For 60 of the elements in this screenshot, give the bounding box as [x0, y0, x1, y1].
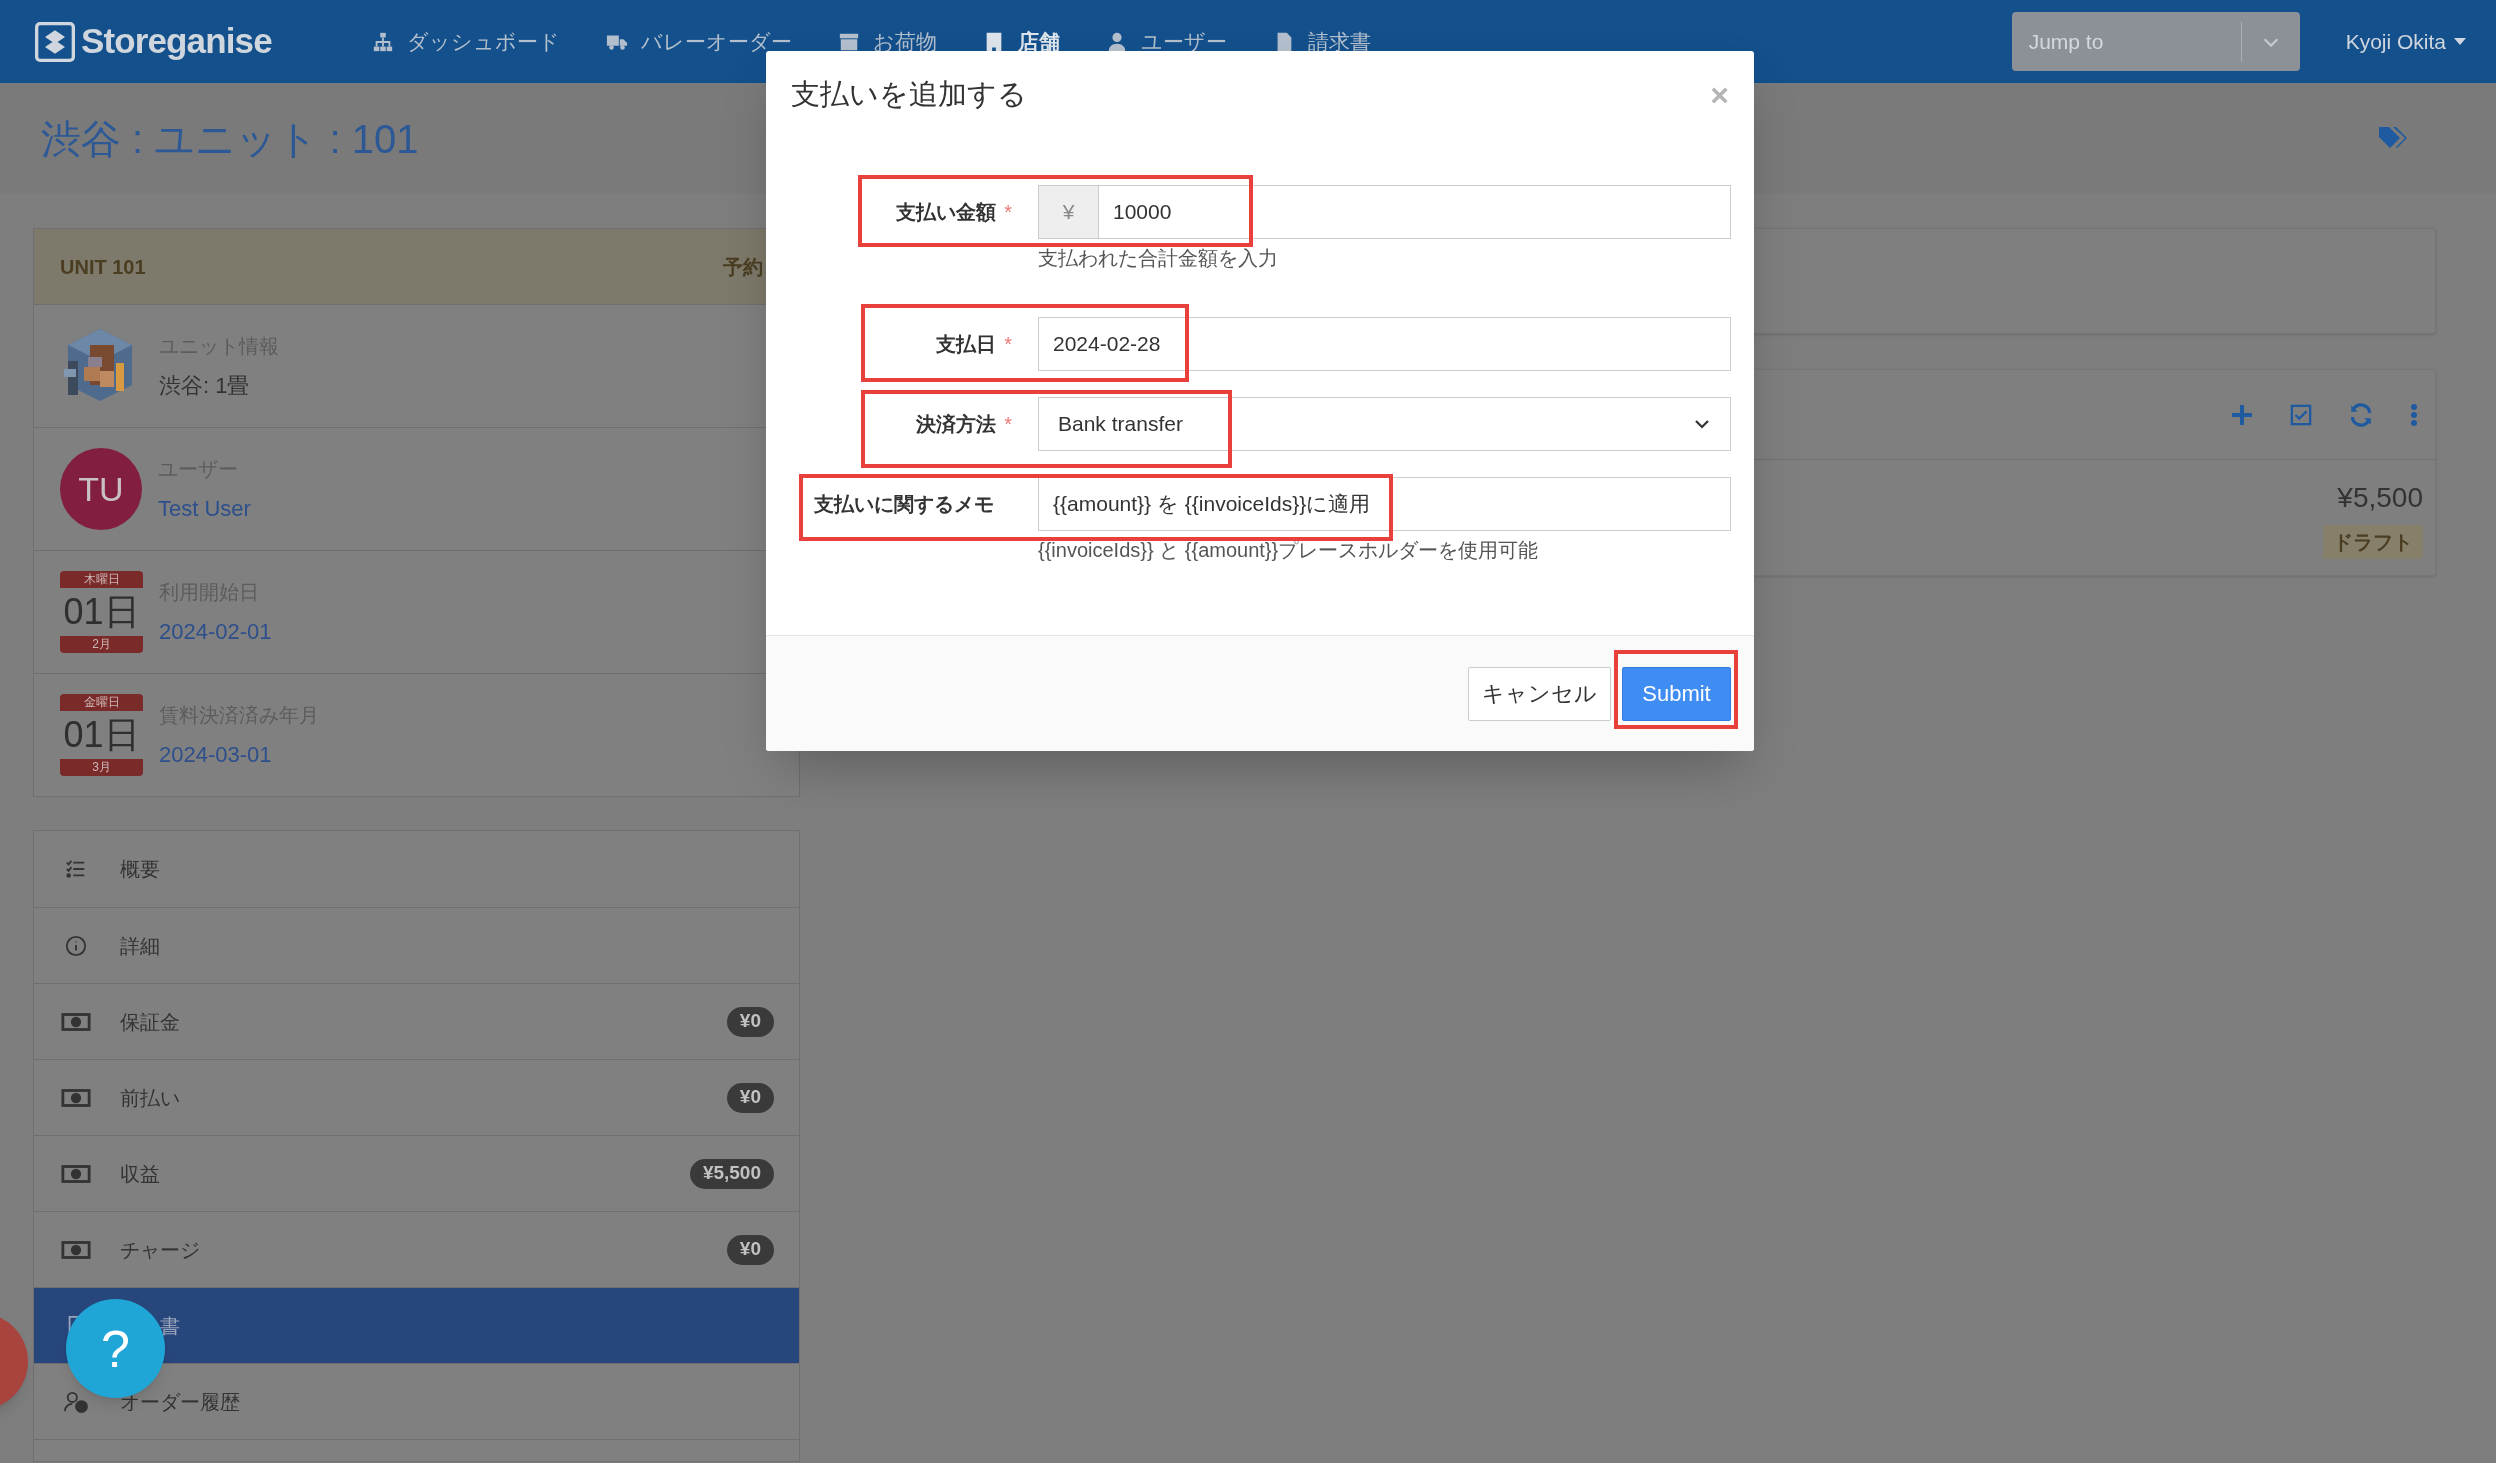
unit-title: UNIT 101	[60, 254, 146, 280]
banknote-icon	[61, 1010, 91, 1033]
required-mark: *	[1004, 201, 1012, 223]
amount-badge: ¥0	[726, 1006, 774, 1037]
cancel-button[interactable]: キャンセル	[1468, 666, 1611, 721]
required-mark: *	[1004, 333, 1012, 355]
invoice-amount: ¥5,500	[2337, 480, 2423, 515]
plus-icon[interactable]	[2230, 402, 2254, 427]
user-menu[interactable]: Kyoji Okita	[2345, 25, 2466, 58]
refresh-icon[interactable]	[2348, 401, 2374, 428]
user-clock-icon	[61, 1390, 91, 1413]
banknote-icon	[61, 1162, 91, 1185]
input-field[interactable]: {{amount}} を {{invoiceIds}}に適用	[1038, 477, 1731, 531]
submit-button[interactable]: Submit	[1622, 666, 1731, 721]
status-badge: ドラフト	[2323, 524, 2423, 559]
page-title: 渋谷 : ユニット : 101	[41, 115, 419, 163]
field-value: 渋谷: 1畳	[159, 371, 251, 400]
help-text: 支払われた合計金額を入力	[1038, 247, 1278, 269]
amount-input[interactable]: 10000	[1098, 185, 1731, 239]
amount-badge: ¥0	[726, 1234, 774, 1265]
dialog-title: 支払いを追加する	[791, 77, 1027, 113]
currency-addon: ¥	[1038, 185, 1098, 239]
field-label: 支払日	[936, 333, 997, 355]
payment-method-select[interactable]: Bank transfer	[1038, 397, 1731, 451]
banknote-icon	[61, 1086, 91, 1109]
menu-label: 収益	[120, 1161, 160, 1187]
nav-link[interactable]: ダッシュボード	[371, 25, 560, 58]
menu-item[interactable]: 前払い ¥0	[34, 1059, 799, 1135]
brand-name[interactable]: Storeganise	[81, 15, 272, 68]
menu-label: 概要	[120, 857, 160, 882]
sitemap-icon	[371, 30, 394, 53]
menu-label: チャージ	[120, 1237, 200, 1263]
menu-item[interactable]: 概要	[34, 831, 799, 907]
logo-icon	[35, 21, 75, 62]
field-label: 決済方法	[916, 413, 997, 435]
status-text: 予約	[723, 254, 763, 280]
field-label: 支払いに関するメモ	[814, 493, 994, 515]
menu-label: 詳細	[120, 933, 160, 959]
amount-badge: ¥5,500	[689, 1158, 774, 1189]
nav-link[interactable]: 店舗	[982, 25, 1060, 58]
jump-to-select[interactable]: Jump to	[2011, 12, 2300, 71]
caret-down-icon	[2454, 37, 2466, 46]
nav-link[interactable]: バレーオーダー	[605, 25, 792, 58]
amount-badge: ¥0	[726, 1082, 774, 1113]
input-field[interactable]: 2024-02-28	[1038, 317, 1731, 371]
menu-label: 前払い	[120, 1085, 180, 1111]
menu-item[interactable]: 収益 ¥5,500	[34, 1135, 799, 1211]
menu-item[interactable]: 詳細	[34, 907, 799, 983]
nav-link[interactable]: 請求書	[1272, 25, 1371, 58]
jump-to-input[interactable]: Jump to	[2011, 25, 2241, 58]
field-label: 支払い金額	[896, 201, 997, 223]
user-avatar: TU	[60, 448, 142, 530]
banknote-icon	[61, 1238, 91, 1261]
nav-link[interactable]: ユーザー	[1105, 25, 1227, 58]
checkbox-icon[interactable]	[2290, 403, 2312, 426]
menu-label: 保証金	[120, 1009, 180, 1035]
help-text: {{invoiceIds}} と {{amount}}プレースホルダーを使用可能	[1038, 539, 1539, 561]
required-mark: *	[1004, 413, 1012, 435]
more-vertical-icon[interactable]	[2410, 402, 2418, 427]
menu-item[interactable]: 保証金 ¥0	[34, 983, 799, 1059]
